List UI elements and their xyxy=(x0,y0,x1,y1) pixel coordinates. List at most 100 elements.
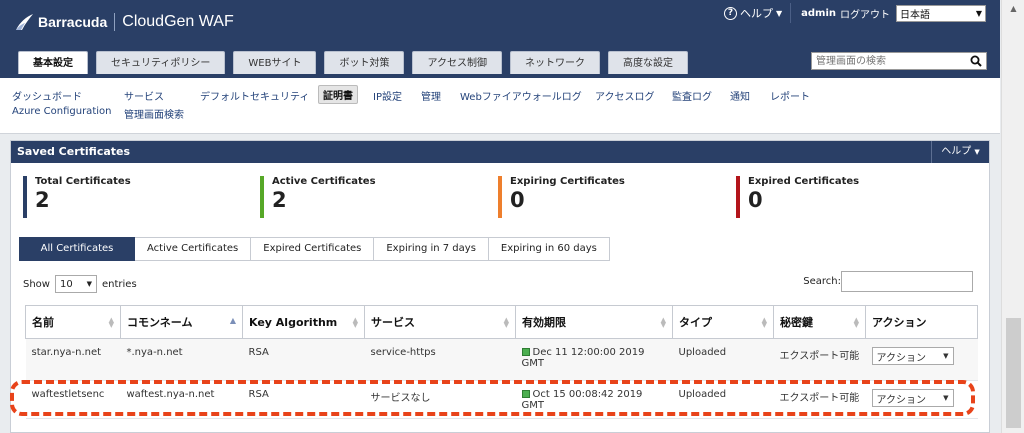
col-header-private-key[interactable]: 秘密鍵 ▲ ▼ xyxy=(773,305,866,339)
main-tabs: 基本設定 セキュリティポリシー WEBサイト ボット対策 アクセス制御 ネットワ… xyxy=(18,51,696,74)
col-header-label: 有効期限 xyxy=(522,316,566,329)
stat-active-certificates: Active Certificates 2 xyxy=(260,176,376,218)
subnav-dashboard[interactable]: ダッシュボード xyxy=(12,88,82,103)
table-search-input[interactable] xyxy=(841,271,973,292)
question-icon: ? xyxy=(723,6,737,20)
stat-expiring-certificates: Expiring Certificates 0 xyxy=(498,176,625,218)
tab-advanced[interactable]: 高度な設定 xyxy=(607,51,688,74)
filter-expired-certificates[interactable]: Expired Certificates xyxy=(251,237,375,261)
subnav-reports[interactable]: レポート xyxy=(770,88,810,103)
cell-private-key: エクスポート可能 xyxy=(773,380,866,419)
action-label: アクション xyxy=(876,394,927,406)
caret-down-icon: ▼ xyxy=(775,8,783,18)
panel-header: Saved Certificates ヘルプ ▼ xyxy=(11,141,989,163)
scroll-thumb[interactable] xyxy=(1006,318,1021,428)
sort-icon: ▲ ▼ xyxy=(108,316,114,329)
cell-expiry: Oct 15 00:08:42 2019 GMT xyxy=(515,380,673,419)
col-header-action: アクション xyxy=(865,305,978,339)
cell-type: Uploaded xyxy=(672,380,774,419)
col-header-expiry[interactable]: 有効期限 ▲ ▼ xyxy=(515,305,673,339)
col-header-label: サービス xyxy=(371,316,415,329)
sort-icon: ▲ ▼ xyxy=(352,316,358,329)
subnav-admin[interactable]: 管理 xyxy=(421,88,441,103)
col-header-label: コモンネーム xyxy=(127,316,193,329)
tab-network[interactable]: ネットワーク xyxy=(509,51,600,74)
tab-access-control[interactable]: アクセス制御 xyxy=(412,51,502,74)
col-header-service[interactable]: サービス ▲ ▼ xyxy=(364,305,516,339)
tab-bot-mitigation[interactable]: ボット対策 xyxy=(324,51,405,74)
sort-icon: ▲ ▼ xyxy=(761,316,767,329)
panel-title: Saved Certificates xyxy=(17,145,131,158)
search-icon[interactable] xyxy=(970,55,982,67)
show-label: Show xyxy=(23,278,50,290)
table-header-row: 名前 ▲ ▼ コモンネーム ▲ Key Algorithm ▲ ▼ サービス ▲ ▼ 有効期限… xyxy=(25,305,978,339)
page-scrollbar[interactable]: ▲ xyxy=(1001,0,1024,433)
help-label: ヘルプ xyxy=(739,7,773,20)
subnav-services[interactable]: サービス xyxy=(124,88,164,103)
subnav-ip-config[interactable]: IP設定 xyxy=(373,88,402,103)
scroll-up-arrow-icon[interactable]: ▲ xyxy=(1002,0,1024,18)
filter-active-certificates[interactable]: Active Certificates xyxy=(135,237,252,261)
entries-control: Show 10 ▼ entries xyxy=(23,275,137,293)
admin-search-input[interactable] xyxy=(812,53,962,69)
stat-value: 0 xyxy=(510,188,525,212)
logo: Barracuda CloudGen WAF xyxy=(14,12,234,32)
stat-label: Expired Certificates xyxy=(748,176,860,187)
logout-link[interactable]: ログアウト xyxy=(840,6,896,21)
action-dropdown[interactable]: アクション ▼ xyxy=(871,389,954,407)
table-search: Search: xyxy=(803,271,973,292)
filter-expiring-60-days[interactable]: Expiring in 60 days xyxy=(488,237,610,261)
subnav-certificates[interactable]: 証明書 xyxy=(318,85,358,104)
language-select[interactable]: 日本語 ▼ xyxy=(896,4,986,22)
cell-key-algorithm: RSA xyxy=(242,338,365,381)
subnav-azure-config[interactable]: Azure Configuration xyxy=(12,106,111,117)
logo-divider xyxy=(114,13,116,31)
cell-action: アクション ▼ xyxy=(865,338,978,381)
cell-common-name: waftest.nya-n.net xyxy=(120,380,243,419)
sort-icon: ▲ ▼ xyxy=(853,316,859,329)
col-header-label: Key Algorithm xyxy=(249,315,338,329)
cell-name: star.nya-n.net xyxy=(25,338,121,381)
panel-help-button[interactable]: ヘルプ ▼ xyxy=(931,141,989,163)
stat-expired-certificates: Expired Certificates 0 xyxy=(736,176,859,218)
sort-icon: ▲ ▼ xyxy=(503,316,509,329)
admin-search-box xyxy=(811,52,987,70)
table-row: waftestletsenc waftest.nya-n.net RSA サービ… xyxy=(25,380,978,419)
filter-expiring-7-days[interactable]: Expiring in 7 days xyxy=(374,237,489,261)
tab-security-policy[interactable]: セキュリティポリシー xyxy=(96,51,226,74)
caret-down-icon: ▼ xyxy=(943,394,949,402)
tab-basic-settings[interactable]: 基本設定 xyxy=(18,51,88,74)
certificates-table: 名前 ▲ ▼ コモンネーム ▲ Key Algorithm ▲ ▼ サービス ▲ ▼ 有効期限… xyxy=(25,305,978,419)
action-dropdown[interactable]: アクション ▼ xyxy=(871,347,954,365)
brand-name: Barracuda xyxy=(38,14,108,30)
cell-service: service-https xyxy=(364,338,516,381)
barracuda-logo-icon xyxy=(16,14,33,30)
col-header-key-algorithm[interactable]: Key Algorithm ▲ ▼ xyxy=(242,305,365,339)
action-label: アクション xyxy=(876,352,927,364)
cell-type: Uploaded xyxy=(672,338,774,381)
col-header-label: 秘密鍵 xyxy=(780,316,813,329)
col-header-label: 名前 xyxy=(32,316,54,329)
entries-select[interactable]: 10 ▼ xyxy=(54,275,97,293)
col-header-label: タイプ xyxy=(679,316,712,329)
col-header-name[interactable]: 名前 ▲ ▼ xyxy=(25,305,121,339)
stat-value: 0 xyxy=(748,188,763,212)
stat-label: Active Certificates xyxy=(272,176,376,187)
subnav-notification[interactable]: 通知 xyxy=(730,88,750,103)
subnav-default-security[interactable]: デフォルトセキュリティ xyxy=(200,88,309,103)
cell-expiry: Dec 11 12:00:00 2019 GMT xyxy=(515,338,673,381)
tab-websites[interactable]: WEBサイト xyxy=(233,51,317,74)
saved-certificates-panel: Saved Certificates ヘルプ ▼ Total Certifica… xyxy=(10,140,990,433)
product-name: CloudGen WAF xyxy=(122,13,234,30)
help-menu[interactable]: ? ヘルプ ▼ xyxy=(716,3,792,23)
subnav-admin-search[interactable]: 管理画面検索 xyxy=(124,106,184,121)
subnav-web-firewall-log[interactable]: Webファイアウォールログ xyxy=(460,88,582,103)
filter-all-certificates[interactable]: All Certificates xyxy=(19,237,135,261)
search-label: Search: xyxy=(803,276,841,287)
col-header-common-name[interactable]: コモンネーム ▲ xyxy=(120,305,243,339)
subnav-access-log[interactable]: アクセスログ xyxy=(595,88,655,103)
user-bar: ? ヘルプ ▼ admin ログアウト 日本語 ▼ xyxy=(716,3,986,23)
subnav-audit-log[interactable]: 監査ログ xyxy=(672,88,712,103)
col-header-type[interactable]: タイプ ▲ ▼ xyxy=(672,305,774,339)
language-value: 日本語 xyxy=(900,9,930,21)
